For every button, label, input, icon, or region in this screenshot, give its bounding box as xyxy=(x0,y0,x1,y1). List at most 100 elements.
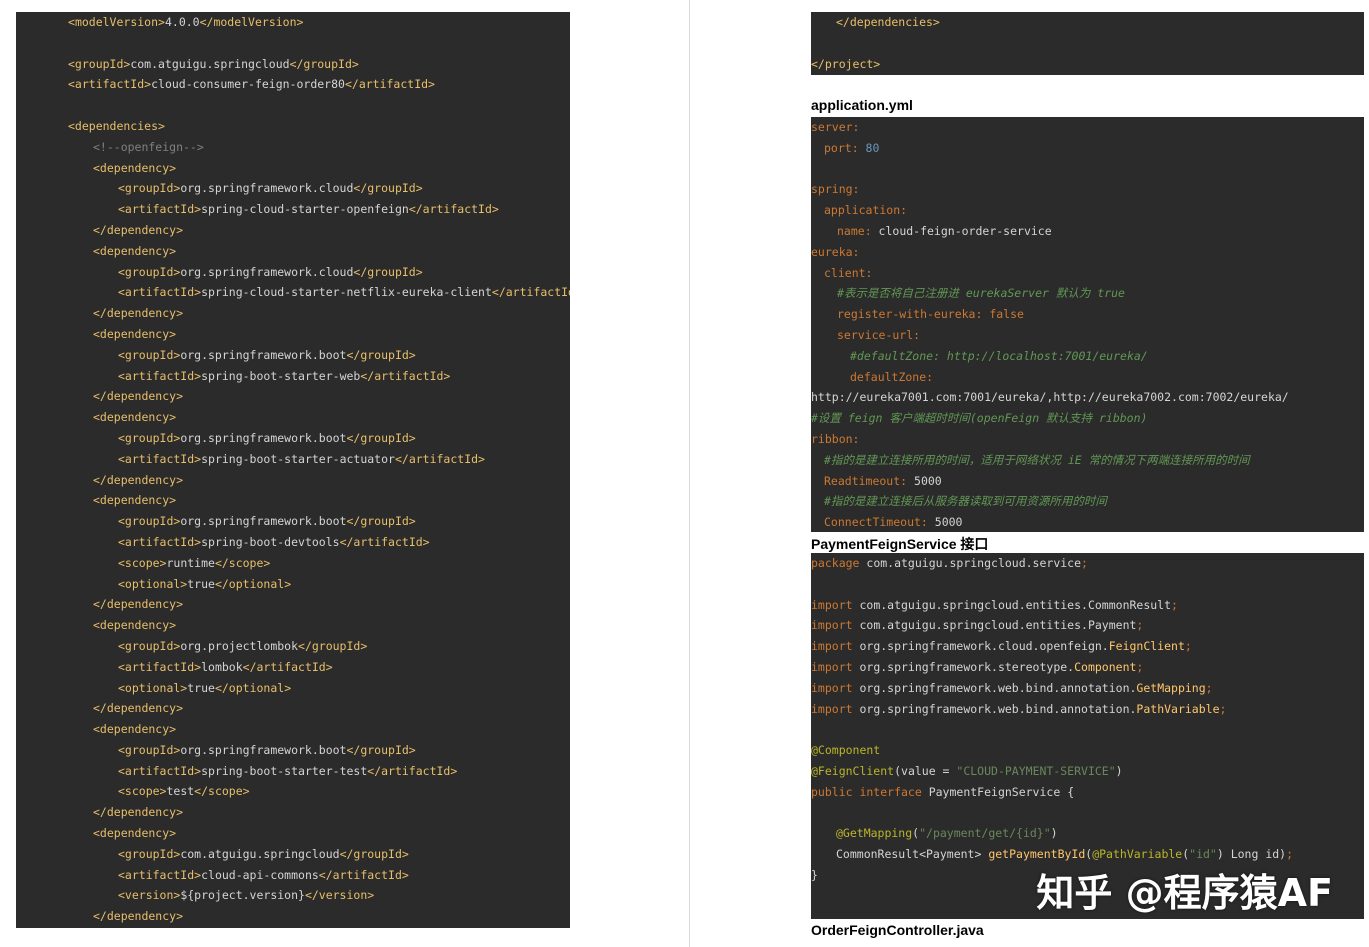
code-token: <artifactId> xyxy=(118,867,202,882)
code-line: <version>${project.version}</version> xyxy=(43,885,570,906)
code-token: </dependency> xyxy=(93,306,184,321)
code-token: ; xyxy=(1184,639,1192,654)
code-token: <dependency> xyxy=(93,160,177,175)
code-token: org.springframework.cloud.openfeign. xyxy=(859,639,1109,654)
code-token: org.springframework.boot xyxy=(180,430,347,445)
code-line: <groupId>org.springframework.boot</group… xyxy=(43,740,570,761)
code-line: <artifactId>spring-boot-starter-web</art… xyxy=(43,366,570,387)
code-line: #defaultZone: http://localhost:7001/eure… xyxy=(811,346,1364,367)
code-token: ribbon: xyxy=(811,431,860,446)
code-token: public interface xyxy=(811,784,929,799)
code-line: </dependency> xyxy=(43,303,570,324)
code-token: GetMapping xyxy=(1136,680,1206,695)
code-token: </artifactId> xyxy=(318,867,409,882)
code-token: #指的是建立连接所用的时间，适用于网络状况 iE 常的情况下两端连接所用的时间 xyxy=(824,452,1250,467)
code-token: <groupId> xyxy=(118,846,181,861)
code-token: import xyxy=(811,618,860,633)
controller-heading: OrderFeignController.java xyxy=(811,922,984,938)
code-token: package xyxy=(811,556,867,570)
code-token: 5000 xyxy=(914,473,942,488)
code-token: "id" xyxy=(1189,847,1217,862)
code-line: port: 80 xyxy=(811,138,1364,159)
code-token: <dependencies> xyxy=(68,118,165,133)
code-token: eureka: xyxy=(811,244,860,259)
code-token: <dependency> xyxy=(93,493,177,508)
code-line: @Component xyxy=(811,740,1364,761)
code-token: <dependency> xyxy=(93,410,177,425)
code-line: <groupId>org.springframework.boot</group… xyxy=(43,428,570,449)
code-line: <scope>runtime</scope> xyxy=(43,553,570,574)
code-token: </dependencies> xyxy=(836,15,940,29)
code-token: <version> xyxy=(118,888,181,903)
code-token: import xyxy=(811,701,860,716)
code-token: name: xyxy=(837,223,879,238)
code-token: <groupId> xyxy=(118,430,181,445)
code-token: <!--openfeign--> xyxy=(93,139,204,154)
code-token: spring-boot-starter-web xyxy=(201,368,361,383)
code-token: <dependency> xyxy=(93,722,177,737)
code-token: <artifactId> xyxy=(118,534,202,549)
code-token: import xyxy=(811,680,860,695)
code-token: <dependency> xyxy=(93,243,177,258)
code-token: PaymentFeignService xyxy=(928,784,1068,799)
code-line: name: cloud-feign-order-service xyxy=(811,221,1364,242)
code-line: <groupId>com.atguigu.springcloud</groupI… xyxy=(43,54,570,75)
code-token: spring-boot-starter-test xyxy=(201,763,368,778)
code-token: ConnectTimeout: xyxy=(824,515,935,530)
code-token: <artifactId> xyxy=(118,763,202,778)
code-token: <artifactId> xyxy=(118,659,202,674)
code-line: <dependencies> xyxy=(43,116,570,137)
code-line: <groupId>org.springframework.cloud</grou… xyxy=(43,178,570,199)
code-token: < xyxy=(68,15,75,29)
code-line: <dependency> xyxy=(43,615,570,636)
code-token: @PathVariable xyxy=(1092,847,1183,862)
code-line: <dependency> xyxy=(43,719,570,740)
code-line: import org.springframework.web.bind.anno… xyxy=(811,678,1364,699)
code-token: http://eureka7001.com:7001/eureka/,http:… xyxy=(811,390,1289,405)
code-token: org.springframework.boot xyxy=(180,742,347,757)
code-line: <artifactId>cloud-api-commons</artifactI… xyxy=(43,865,570,886)
code-line: service-url: xyxy=(811,325,1364,346)
code-token: @GetMapping xyxy=(836,826,913,841)
code-token: com.atguigu.springcloud.entities.Payment xyxy=(859,618,1137,633)
code-token: application: xyxy=(824,203,908,218)
watermark-text: 知乎 @程序猿AF xyxy=(1036,871,1333,915)
code-token: </dependency> xyxy=(93,472,184,487)
code-token: </scope> xyxy=(194,784,250,799)
code-line: </dependency> xyxy=(43,386,570,407)
code-token: defaultZone: xyxy=(850,369,934,384)
code-token: CommonResult<Payment> xyxy=(836,847,989,862)
code-token: </artifactId> xyxy=(408,202,499,217)
code-line: <modelVersion>4.0.0</modelVersion> xyxy=(43,12,570,33)
code-token: org.springframework.cloud xyxy=(180,181,354,196)
code-token: import xyxy=(811,639,860,654)
code-token: <groupId> xyxy=(118,264,181,279)
code-line: <optional>true</optional> xyxy=(43,678,570,699)
code-token: </dependency> xyxy=(93,805,184,820)
code-token: FeignClient xyxy=(1108,639,1185,654)
code-token: @FeignClient xyxy=(811,763,895,778)
code-token: </groupId> xyxy=(346,514,416,529)
code-token: port: xyxy=(824,140,866,155)
code-token: org.springframework.web.bind.annotation. xyxy=(859,680,1137,695)
code-token: </groupId> xyxy=(346,742,416,757)
code-line: <artifactId>spring-boot-devtools</artifa… xyxy=(43,532,570,553)
code-token: </groupId> xyxy=(346,430,416,445)
code-token: <artifactId> xyxy=(118,202,202,217)
code-line: <groupId>com.atguigu.springcloud</groupI… xyxy=(43,844,570,865)
code-line: <scope>test</scope> xyxy=(43,781,570,802)
code-line: import org.springframework.web.bind.anno… xyxy=(811,699,1364,720)
code-token: > xyxy=(158,15,165,29)
code-token: import xyxy=(811,659,860,674)
code-token: #defaultZone: http://localhost:7001/eure… xyxy=(850,348,1148,363)
code-token: </project> xyxy=(811,56,881,71)
code-token: test xyxy=(166,784,195,799)
code-token: <groupId> xyxy=(118,181,181,196)
code-line: #指的是建立连接所用的时间，适用于网络状况 iE 常的情况下两端连接所用的时间 xyxy=(811,450,1364,471)
code-token: <artifactId> xyxy=(118,285,202,300)
code-token: #设置 feign 客户端超时时间(openFeign 默认支持 ribbon) xyxy=(811,411,1148,426)
